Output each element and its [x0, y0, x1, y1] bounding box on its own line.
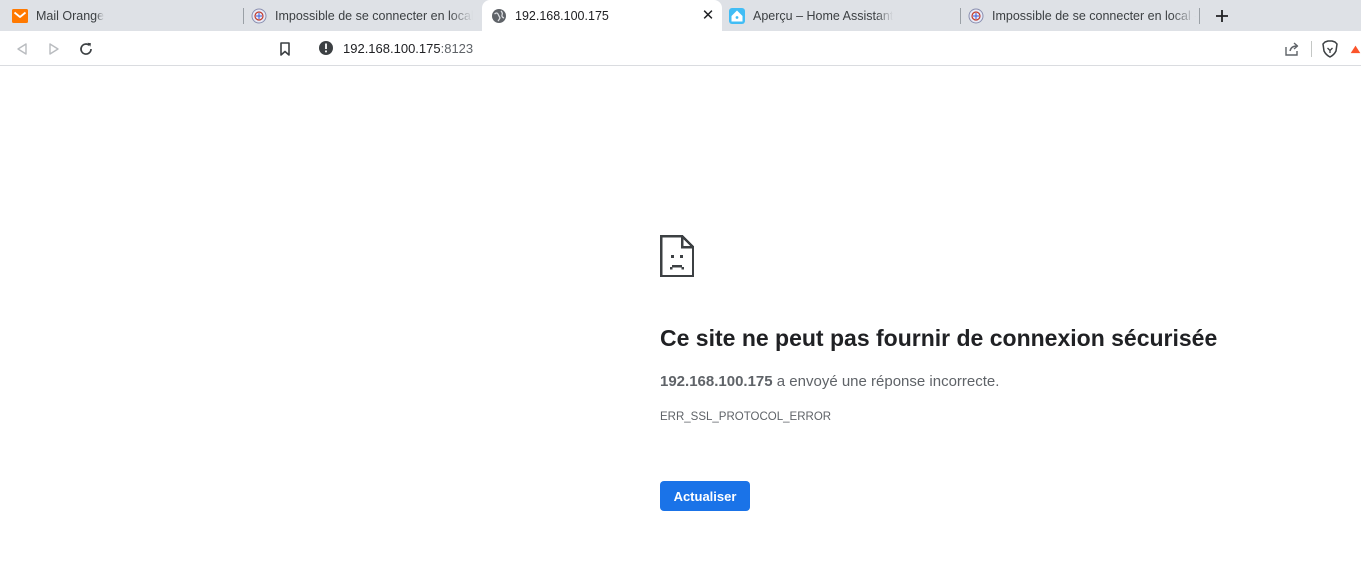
brave-shields-button[interactable] — [1319, 38, 1341, 60]
error-message-text: a envoyé une réponse incorrecte. — [772, 373, 1000, 390]
brave-lion-icon — [1322, 40, 1338, 58]
share-button[interactable] — [1281, 38, 1303, 60]
address-bar[interactable]: 192.168.100.175:8123 — [308, 34, 1348, 62]
tab-title: Aperçu – Home Assistant — [753, 8, 894, 23]
url-port: :8123 — [440, 40, 474, 56]
home-assistant-icon — [729, 7, 745, 24]
plus-icon — [1216, 10, 1228, 22]
reload-icon — [80, 42, 92, 55]
error-message: 192.168.100.175 a envoyé une réponse inc… — [660, 373, 999, 390]
new-tab-button[interactable] — [1210, 4, 1234, 28]
tab-strip: Mail Orange Impossible de se connecter e… — [0, 0, 1361, 31]
reload-button[interactable] — [75, 38, 97, 60]
browser-toolbar: 192.168.100.175:8123 — [0, 31, 1361, 66]
tab-active-error[interactable]: 192.168.100.175 ✕ — [482, 0, 722, 31]
brave-rewards-button[interactable] — [1350, 38, 1361, 60]
tab-separator — [243, 8, 244, 24]
forum-favicon-icon — [968, 8, 984, 24]
forum-favicon-icon — [251, 8, 267, 24]
brave-rewards-triangle-icon — [1350, 45, 1361, 54]
tab-separator — [1199, 8, 1200, 24]
close-tab-icon[interactable]: ✕ — [700, 7, 716, 24]
tab-title: 192.168.100.175 — [515, 8, 609, 23]
reload-page-button[interactable]: Actualiser — [660, 481, 750, 511]
bookmark-icon — [280, 42, 290, 56]
url-text: 192.168.100.175:8123 — [343, 41, 473, 56]
error-code[interactable]: ERR_SSL_PROTOCOL_ERROR — [660, 411, 831, 423]
tab-title: Impossible de se connecter en local - Ho… — [275, 8, 473, 23]
url-host: 192.168.100.175 — [343, 40, 441, 56]
tab-mail-orange[interactable]: Mail Orange — [12, 0, 240, 31]
share-icon — [1285, 42, 1299, 56]
site-info-warning-icon[interactable] — [318, 40, 334, 56]
globe-icon — [491, 8, 507, 24]
forward-button[interactable] — [43, 38, 65, 60]
tab-forum-2[interactable]: Impossible de se connecter en local - Ho… — [968, 0, 1196, 31]
toolbar-divider — [1311, 41, 1312, 57]
sad-page-icon — [659, 234, 695, 278]
error-heading: Ce site ne peut pas fournir de connexion… — [660, 325, 1218, 351]
tab-forum-1[interactable]: Impossible de se connecter en local - Ho… — [251, 0, 473, 31]
forward-arrow-icon — [49, 43, 59, 55]
back-arrow-icon — [17, 43, 27, 55]
mail-orange-icon — [12, 8, 28, 24]
tab-title: Impossible de se connecter en local - Ho… — [992, 8, 1196, 23]
bookmark-button[interactable] — [274, 38, 296, 60]
tab-title: Mail Orange — [36, 8, 105, 23]
tab-home-assistant[interactable]: Aperçu – Home Assistant — [729, 0, 949, 31]
tab-separator — [960, 8, 961, 24]
error-host: 192.168.100.175 — [660, 373, 773, 390]
back-button[interactable] — [11, 38, 33, 60]
